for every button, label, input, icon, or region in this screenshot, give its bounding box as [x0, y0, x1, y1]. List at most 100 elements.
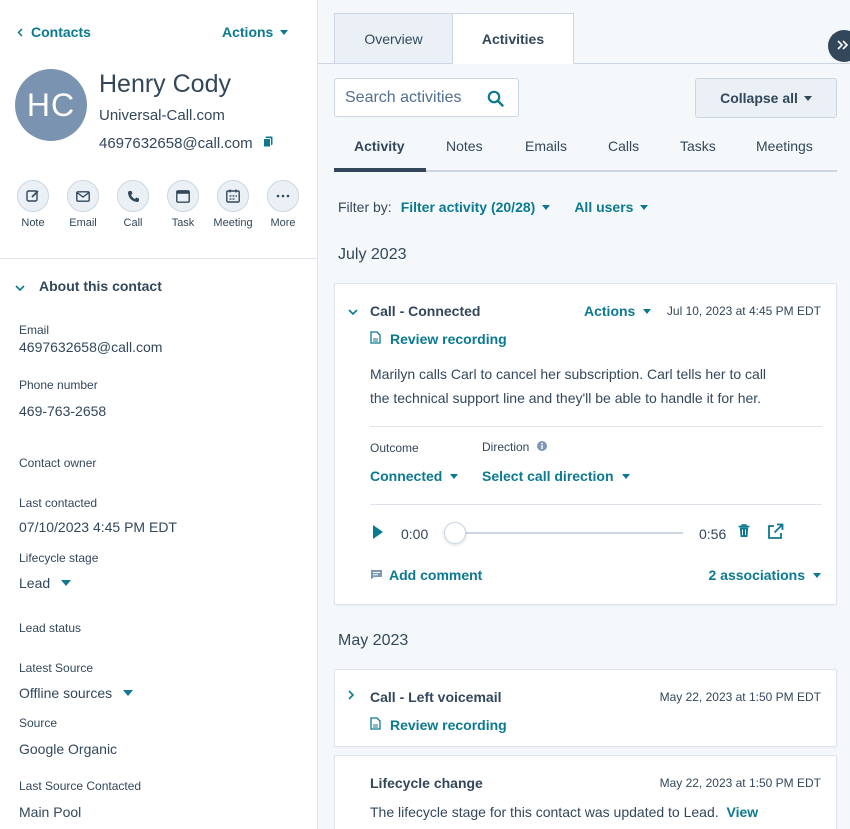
- collapse-all-button[interactable]: Collapse all: [695, 78, 837, 118]
- card-date: May 22, 2023 at 1:50 PM EDT: [659, 690, 821, 704]
- subtab-tasks[interactable]: Tasks: [680, 138, 716, 154]
- subtab-calls[interactable]: Calls: [608, 138, 639, 154]
- more-action[interactable]: More: [258, 180, 308, 229]
- subtab-notes[interactable]: Notes: [446, 138, 483, 154]
- phone-icon: [117, 180, 149, 212]
- chevron-down-icon: [15, 278, 25, 294]
- task-icon: [167, 180, 199, 212]
- month-heading: July 2023: [338, 246, 407, 263]
- email-action[interactable]: Email: [58, 180, 108, 229]
- more-action-label: More: [270, 217, 296, 229]
- outcome-dropdown[interactable]: Connected: [370, 468, 459, 484]
- chevron-down-icon[interactable]: [348, 304, 358, 318]
- email-action-label: Email: [69, 217, 97, 229]
- caret-down-icon: [61, 580, 72, 586]
- source-value[interactable]: Google Organic: [19, 741, 117, 757]
- lead-status-label: Lead status: [19, 621, 82, 635]
- caret-down-icon: [450, 473, 459, 479]
- direction-label: Direction: [482, 440, 530, 454]
- last-contacted-value: 07/10/2023 4:45 PM EDT: [19, 519, 177, 535]
- direction-value: Select call direction: [482, 468, 614, 484]
- contact-sidebar: Contacts Actions HC Henry Cody Universal…: [0, 0, 318, 829]
- card-date: Jul 10, 2023 at 4:45 PM EDT: [666, 304, 821, 318]
- divider: [370, 504, 822, 505]
- meeting-action[interactable]: Meeting: [208, 180, 258, 229]
- double-chevron-right-icon: [837, 37, 849, 55]
- direction-dropdown[interactable]: Select call direction: [482, 468, 630, 484]
- call-notes-line: the technical support line and they'll b…: [370, 390, 762, 406]
- card-date: May 22, 2023 at 1:50 PM EDT: [659, 776, 821, 790]
- filter-users-dropdown[interactable]: All users: [574, 199, 649, 215]
- caret-down-icon: [640, 204, 649, 210]
- call-action[interactable]: Call: [108, 180, 158, 229]
- avatar: HC: [15, 69, 87, 141]
- info-icon[interactable]: [537, 440, 548, 454]
- lifecycle-stage-dropdown[interactable]: Lead: [19, 575, 72, 591]
- last-source-contacted-label: Last Source Contacted: [19, 779, 142, 793]
- trash-icon[interactable]: [738, 524, 750, 541]
- note-icon: [17, 180, 49, 212]
- external-link-icon[interactable]: [767, 523, 784, 543]
- card-actions-dropdown[interactable]: Actions: [584, 303, 652, 319]
- search-input[interactable]: Search activities: [334, 78, 519, 117]
- lead-status-value[interactable]: [19, 637, 299, 659]
- more-icon: [267, 180, 299, 212]
- expand-panel-button[interactable]: [828, 30, 850, 62]
- contact-name: Henry Cody: [99, 70, 231, 98]
- filter-row: Filter by: Filter activity (20/28) All u…: [338, 199, 649, 215]
- subtab-meetings[interactable]: Meetings: [756, 138, 813, 154]
- subtab-activity[interactable]: Activity: [354, 138, 405, 154]
- contact-actions-dropdown[interactable]: Actions: [222, 24, 289, 40]
- collapse-all-label: Collapse all: [720, 90, 798, 106]
- card-title: Lifecycle change: [370, 775, 483, 791]
- outcome-value: Connected: [370, 468, 443, 484]
- play-icon[interactable]: [373, 525, 383, 539]
- phone-property-value[interactable]: 469-763-2658: [19, 403, 106, 419]
- associations-dropdown[interactable]: 2 associations: [709, 567, 821, 583]
- caret-down-icon: [123, 690, 134, 696]
- latest-source-dropdown[interactable]: Offline sources: [19, 685, 134, 701]
- call-notes: Marilyn calls Carl to cancel her subscri…: [370, 362, 810, 410]
- about-section-toggle[interactable]: About this contact: [15, 278, 162, 294]
- review-recording-link[interactable]: Review recording: [370, 717, 507, 733]
- actions-label: Actions: [222, 24, 274, 40]
- note-action[interactable]: Note: [8, 180, 58, 229]
- audio-scrubber-handle[interactable]: [444, 522, 466, 544]
- contact-email-header: 4697632658@call.com: [99, 135, 273, 152]
- call-notes-line: Marilyn calls Carl to cancel her subscri…: [370, 366, 767, 382]
- copy-icon[interactable]: [262, 135, 273, 152]
- divider: [370, 426, 822, 427]
- add-comment-button[interactable]: Add comment: [370, 567, 482, 583]
- owner-property-value[interactable]: [19, 472, 299, 494]
- contact-email-text: 4697632658@call.com: [99, 135, 253, 152]
- about-section-title: About this contact: [39, 278, 162, 294]
- chevron-right-icon[interactable]: [348, 689, 355, 703]
- task-action-label: Task: [171, 217, 195, 229]
- subtab-emails[interactable]: Emails: [525, 138, 567, 154]
- document-icon: [370, 717, 381, 733]
- search-placeholder: Search activities: [345, 88, 462, 106]
- filter-users-label: All users: [574, 199, 634, 215]
- review-recording-link[interactable]: Review recording: [370, 331, 507, 347]
- latest-source-label: Latest Source: [19, 661, 94, 675]
- active-subtab-indicator: [334, 168, 426, 172]
- tab-overview[interactable]: Overview: [334, 13, 453, 64]
- email-icon: [67, 180, 99, 212]
- add-comment-label: Add comment: [389, 567, 483, 583]
- task-action[interactable]: Task: [158, 180, 208, 229]
- source-label: Source: [19, 716, 58, 730]
- comment-icon: [370, 567, 383, 583]
- email-property-value[interactable]: 4697632658@call.com: [19, 339, 162, 355]
- audio-scrubber-track[interactable]: [455, 532, 683, 534]
- tab-activities[interactable]: Activities: [452, 13, 574, 64]
- calendar-icon: [217, 180, 249, 212]
- back-to-contacts-link[interactable]: Contacts: [17, 24, 91, 40]
- filter-activity-dropdown[interactable]: Filter activity (20/28): [401, 199, 551, 215]
- phone-property-label: Phone number: [19, 378, 98, 392]
- chevron-left-icon: [17, 24, 23, 40]
- filter-label: Filter by:: [338, 199, 392, 215]
- view-link[interactable]: View: [727, 804, 759, 820]
- activities-panel: Overview Activities Search activities Co…: [318, 0, 850, 829]
- search-icon[interactable]: [487, 90, 504, 112]
- last-source-contacted-value[interactable]: Main Pool: [19, 804, 81, 820]
